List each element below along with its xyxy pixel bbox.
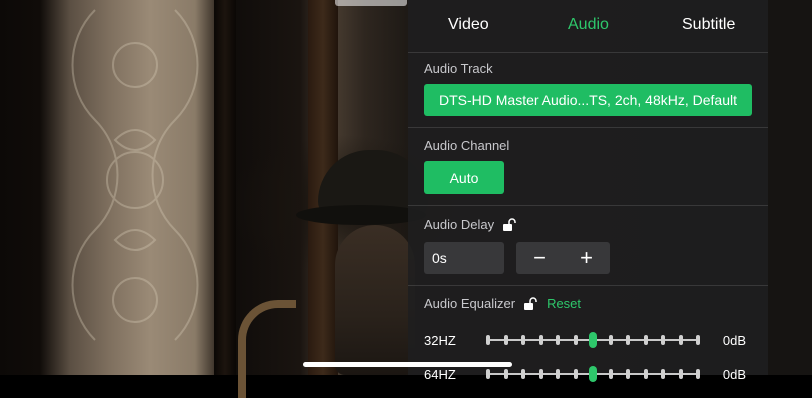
eq-tick	[538, 369, 543, 379]
door-frame	[214, 0, 236, 375]
equalizer-reset-button[interactable]: Reset	[547, 296, 581, 311]
eq-tick	[608, 335, 613, 345]
eq-band-value: 0dB	[722, 333, 746, 348]
home-indicator[interactable]	[303, 362, 512, 367]
eq-tick	[556, 369, 560, 379]
eq-band-label: 32HZ	[424, 333, 456, 348]
eq-tick	[521, 335, 525, 345]
eq-tick	[696, 335, 700, 345]
eq-tick	[486, 335, 490, 345]
eq-tick	[626, 335, 630, 345]
eq-tick	[678, 335, 683, 345]
hat-brim	[296, 205, 426, 225]
tab-video[interactable]: Video	[448, 16, 489, 34]
eq-tick	[696, 369, 700, 379]
audio-delay-value[interactable]: 0s	[424, 242, 504, 274]
eq-tick	[678, 369, 683, 379]
eq-tick	[538, 335, 543, 345]
audio-track-label: Audio Track	[424, 61, 493, 76]
etched-glass-pattern	[71, 9, 199, 341]
eq-tick	[661, 369, 665, 379]
divider	[408, 205, 768, 206]
audio-channel-button[interactable]: Auto	[424, 161, 504, 194]
audio-channel-label: Audio Channel	[424, 138, 510, 153]
increase-delay-button[interactable]: +	[563, 242, 610, 274]
eq-tick	[573, 335, 578, 345]
unlocked-padlock-icon[interactable]	[502, 217, 516, 232]
eq-band-row: 32HZ 0dB	[424, 329, 752, 353]
tab-audio[interactable]: Audio	[568, 16, 609, 34]
eq-tick	[643, 335, 648, 345]
settings-panel: Video Audio Subtitle Audio Track DTS-HD …	[408, 0, 768, 382]
eq-slider-knob[interactable]	[589, 332, 597, 348]
audio-equalizer-header: Audio Equalizer Reset	[424, 296, 581, 311]
eq-tick	[643, 369, 648, 379]
top-indicator	[335, 0, 407, 6]
audio-delay-label: Audio Delay	[424, 217, 495, 232]
eq-tick	[486, 369, 490, 379]
tab-subtitle[interactable]: Subtitle	[682, 16, 735, 34]
eq-tick	[626, 369, 630, 379]
divider	[408, 127, 768, 128]
divider	[408, 285, 768, 286]
eq-slider-knob[interactable]	[589, 366, 597, 382]
eq-tick	[503, 335, 508, 345]
audio-delay-stepper: − +	[516, 242, 610, 274]
decrease-delay-button[interactable]: −	[516, 242, 563, 274]
audio-delay-header: Audio Delay	[424, 217, 516, 232]
audio-track-button[interactable]: DTS-HD Master Audio...TS, 2ch, 48kHz, De…	[424, 84, 752, 116]
eq-tick	[521, 369, 525, 379]
eq-tick	[608, 369, 613, 379]
eq-tick	[503, 369, 508, 379]
person-figure	[335, 225, 415, 375]
eq-tick	[573, 369, 578, 379]
eq-tick	[661, 335, 665, 345]
eq-tick	[556, 335, 560, 345]
audio-equalizer-label: Audio Equalizer	[424, 296, 516, 311]
divider	[408, 52, 768, 53]
unlocked-padlock-icon[interactable]	[523, 296, 537, 311]
right-margin	[768, 0, 812, 375]
door-handle	[238, 300, 296, 398]
tab-bar: Video Audio Subtitle	[408, 0, 768, 52]
